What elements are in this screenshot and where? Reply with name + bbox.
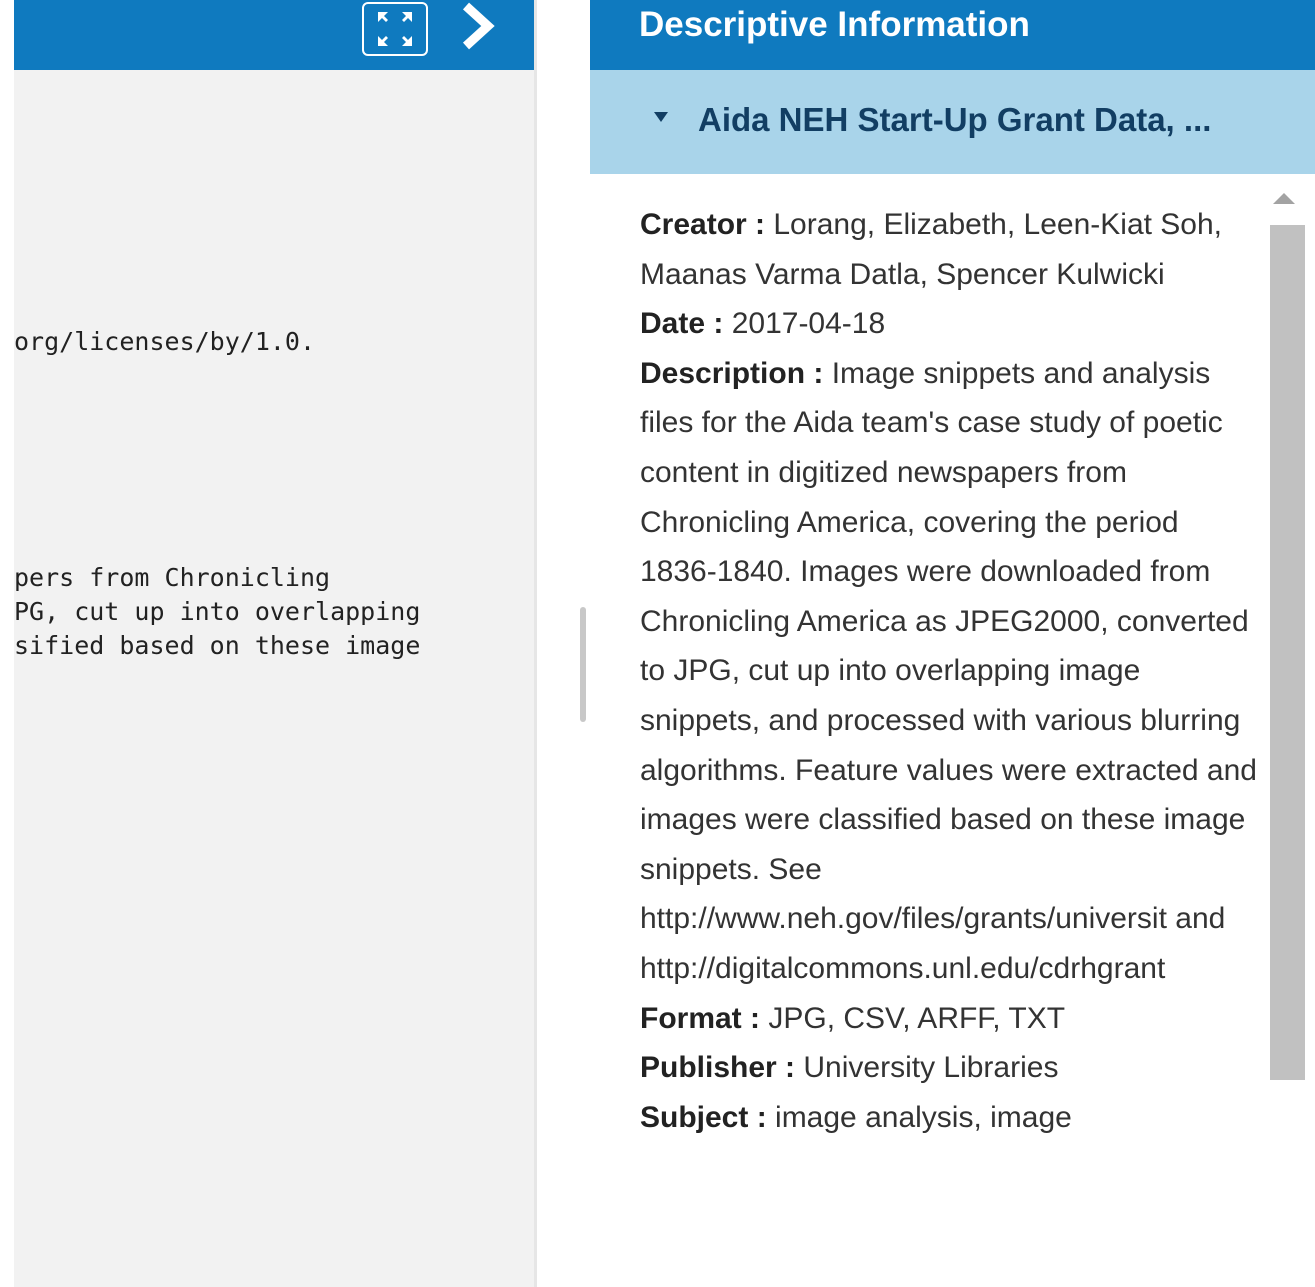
description-snippet-line: pers from Chronicling — [14, 563, 331, 592]
expand-button[interactable] — [362, 2, 428, 56]
caret-down-icon — [654, 112, 668, 122]
field-label: Creator : — [640, 208, 766, 241]
field-label: Description : — [640, 356, 824, 390]
field-creator: Creator : Lorang, Elizabeth, Leen-Kiat S… — [640, 200, 1263, 299]
license-snippet: org/licenses/by/1.0. — [14, 327, 316, 356]
field-value: JPG, CSV, ARFF, TXT — [768, 1001, 1066, 1035]
metadata-list: Creator : Lorang, Elizabeth, Leen-Kiat S… — [640, 200, 1263, 1142]
field-label: Date : — [640, 307, 724, 341]
left-pane-header — [14, 0, 534, 70]
field-format: Format : JPG, CSV, ARFF, TXT — [640, 994, 1263, 1044]
dataset-title: Aida NEH Start-Up Grant Data, ... — [698, 101, 1212, 138]
field-publisher: Publisher : University Libraries — [640, 1043, 1263, 1093]
field-date: Date : 2017-04-18 — [640, 299, 1263, 349]
description-snippet-line: sified based on these image — [14, 631, 421, 660]
right-pane-header: Descriptive Information — [590, 0, 1315, 70]
field-value: University Libraries — [803, 1051, 1059, 1085]
description-snippet-line: PG, cut up into overlapping — [14, 597, 421, 626]
next-button[interactable] — [454, 2, 506, 50]
scroll-up-arrow-icon[interactable] — [1271, 190, 1297, 206]
field-label: Subject : — [640, 1100, 767, 1134]
expand-icon — [378, 12, 412, 46]
left-edge — [0, 0, 14, 1287]
right-pane: Descriptive Information Aida NEH Start-U… — [590, 0, 1315, 1287]
field-subject: Subject : image analysis, image — [640, 1093, 1263, 1143]
field-value: 2017-04-18 — [731, 307, 886, 341]
splitter-handle[interactable] — [580, 607, 586, 722]
field-description: Description : Image snippets and analysi… — [640, 349, 1263, 994]
scrollbar-thumb[interactable] — [1270, 225, 1305, 1080]
field-label: Format : — [640, 1001, 760, 1035]
panel-title: Descriptive Information — [639, 5, 1030, 44]
field-label: Publisher : — [640, 1051, 796, 1085]
field-value: Image snippets and analysis files for th… — [640, 356, 1257, 985]
dataset-accordion-header[interactable]: Aida NEH Start-Up Grant Data, ... — [590, 70, 1315, 174]
left-pane: org/licenses/by/1.0. pers from Chronicli… — [0, 0, 537, 1287]
chevron-right-icon — [462, 2, 495, 50]
field-value: image analysis, image — [775, 1100, 1072, 1134]
